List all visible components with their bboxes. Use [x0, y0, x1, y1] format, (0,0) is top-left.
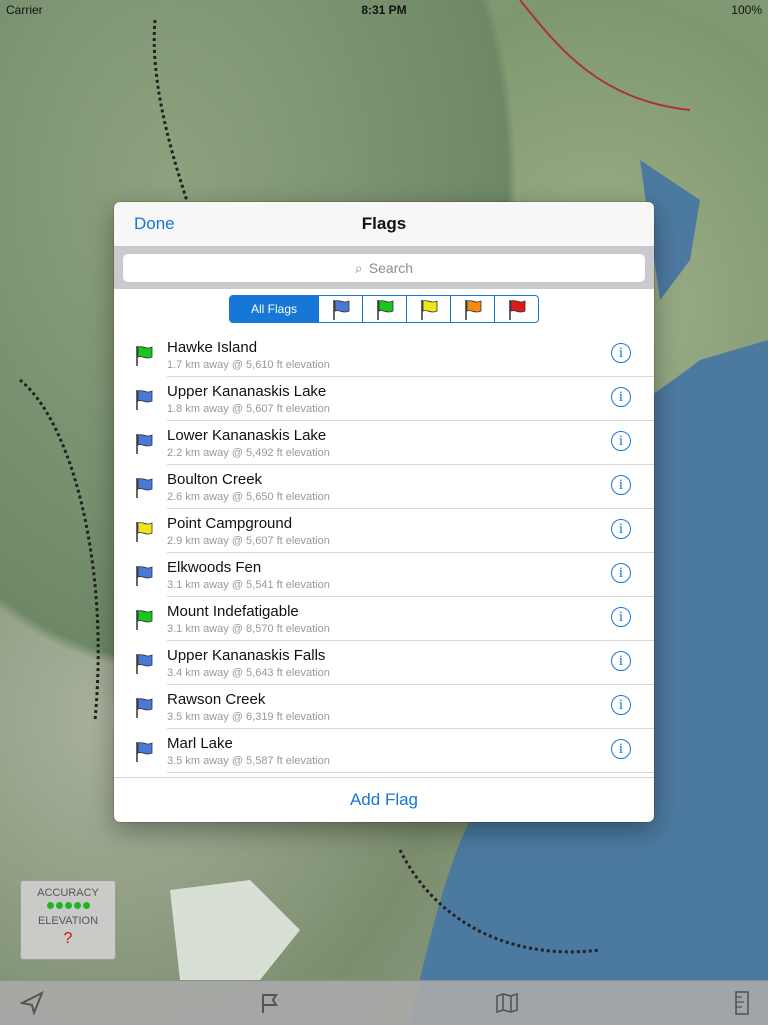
flag-icon: [134, 564, 154, 591]
flag-icon: [134, 432, 154, 459]
info-icon[interactable]: i: [611, 695, 631, 715]
status-time: 8:31 PM: [361, 3, 407, 17]
flag-row[interactable]: Boulton Creek 2.6 km away @ 5,650 ft ele…: [114, 465, 654, 509]
flag-name: Hawke Island: [167, 339, 258, 356]
info-icon[interactable]: i: [611, 739, 631, 759]
modal-title: Flags: [361, 214, 407, 233]
flag-row[interactable]: Upper Kananaskis Lake 1.8 km away @ 5,60…: [114, 377, 654, 421]
flag-list: Hawke Island 1.7 km away @ 5,610 ft elev…: [114, 333, 654, 773]
flag-row[interactable]: Point Campground 2.9 km away @ 5,607 ft …: [114, 509, 654, 553]
flag-name: Upper Kananaskis Falls: [167, 647, 326, 664]
info-icon[interactable]: i: [611, 343, 631, 363]
flag-icon: [134, 476, 154, 503]
bottom-toolbar: [0, 980, 768, 1025]
flag-name: Point Campground: [167, 515, 293, 532]
filter-flag-0[interactable]: [318, 296, 362, 322]
info-icon[interactable]: i: [611, 475, 631, 495]
flag-row[interactable]: Marl Lake 3.5 km away @ 5,587 ft elevati…: [114, 729, 654, 773]
add-flag-button[interactable]: Add Flag: [114, 790, 654, 810]
elevation-label: ELEVATION: [37, 915, 99, 927]
map-icon[interactable]: [495, 991, 519, 1015]
divider: [167, 772, 654, 773]
flag-row[interactable]: Mount Indefatigable 3.1 km away @ 8,570 …: [114, 597, 654, 641]
flag-detail: 3.5 km away @ 6,319 ft elevation: [167, 711, 330, 723]
flag-icon: [134, 740, 154, 767]
flag-detail: 2.6 km away @ 5,650 ft elevation: [167, 491, 330, 503]
filter-all[interactable]: All Flags: [230, 296, 318, 322]
flag-icon: [134, 344, 154, 371]
filter-flag-1[interactable]: [362, 296, 406, 322]
flag-name: Marl Lake: [167, 735, 233, 752]
accuracy-panel: ACCURACY ELEVATION ?: [20, 880, 116, 960]
flags-modal: Done Flags ⌕ Search All Flags Hawke Isla…: [114, 202, 654, 822]
flag-detail: 1.7 km away @ 5,610 ft elevation: [167, 359, 330, 371]
accuracy-dot: [73, 902, 81, 909]
flag-name: Upper Kananaskis Lake: [167, 383, 327, 400]
location-arrow-icon[interactable]: [20, 991, 44, 1015]
search-icon: ⌕: [354, 259, 363, 276]
flag-name: Boulton Creek: [167, 471, 263, 488]
info-icon[interactable]: i: [611, 431, 631, 451]
flag-detail: 3.4 km away @ 5,643 ft elevation: [167, 667, 330, 679]
info-icon[interactable]: i: [611, 387, 631, 407]
divider: [114, 777, 654, 778]
accuracy-dot: [55, 902, 63, 909]
search-bar: ⌕ Search: [114, 247, 654, 289]
flag-detail: 2.9 km away @ 5,607 ft elevation: [167, 535, 330, 547]
flag-row[interactable]: Lower Kananaskis Lake 2.2 km away @ 5,49…: [114, 421, 654, 465]
flag-row[interactable]: Elkwoods Fen 3.1 km away @ 5,541 ft elev…: [114, 553, 654, 597]
ruler-icon[interactable]: [734, 991, 750, 1015]
flag-outline-icon[interactable]: [258, 991, 282, 1015]
flag-filter: All Flags: [114, 295, 654, 323]
search-placeholder: Search: [368, 260, 414, 276]
filter-flag-3[interactable]: [450, 296, 494, 322]
flag-detail: 3.1 km away @ 8,570 ft elevation: [167, 623, 330, 635]
filter-flag-2[interactable]: [406, 296, 450, 322]
flag-name: Lower Kananaskis Lake: [167, 427, 327, 444]
flag-name: Rawson Creek: [167, 691, 266, 708]
status-bar: Carrier 8:31 PM 100%: [0, 0, 768, 20]
info-icon[interactable]: i: [611, 563, 631, 583]
flag-icon: [134, 652, 154, 679]
elevation-unknown: ?: [63, 930, 73, 947]
flag-row[interactable]: Rawson Creek 3.5 km away @ 6,319 ft elev…: [114, 685, 654, 729]
search-input[interactable]: ⌕ Search: [123, 254, 645, 282]
flag-name: Mount Indefatigable: [167, 603, 299, 620]
flag-detail: 2.2 km away @ 5,492 ft elevation: [167, 447, 330, 459]
accuracy-label: ACCURACY: [37, 887, 99, 899]
flag-icon: [134, 696, 154, 723]
accuracy-dot: [64, 902, 72, 909]
accuracy-dots: [21, 902, 115, 909]
flag-detail: 1.8 km away @ 5,607 ft elevation: [167, 403, 330, 415]
flag-detail: 3.5 km away @ 5,587 ft elevation: [167, 755, 330, 767]
flag-icon: [134, 520, 154, 547]
flag-name: Elkwoods Fen: [167, 559, 262, 576]
accuracy-dot: [82, 902, 90, 909]
flag-icon: [134, 608, 154, 635]
info-icon[interactable]: i: [611, 519, 631, 539]
info-icon[interactable]: i: [611, 651, 631, 671]
accuracy-dot: [46, 902, 54, 909]
flag-row[interactable]: Hawke Island 1.7 km away @ 5,610 ft elev…: [114, 333, 654, 377]
flag-detail: 3.1 km away @ 5,541 ft elevation: [167, 579, 330, 591]
flag-icon: [134, 388, 154, 415]
info-icon[interactable]: i: [611, 607, 631, 627]
modal-nav: Done Flags: [114, 202, 654, 247]
filter-flag-4[interactable]: [494, 296, 538, 322]
flag-row[interactable]: Upper Kananaskis Falls 3.4 km away @ 5,6…: [114, 641, 654, 685]
